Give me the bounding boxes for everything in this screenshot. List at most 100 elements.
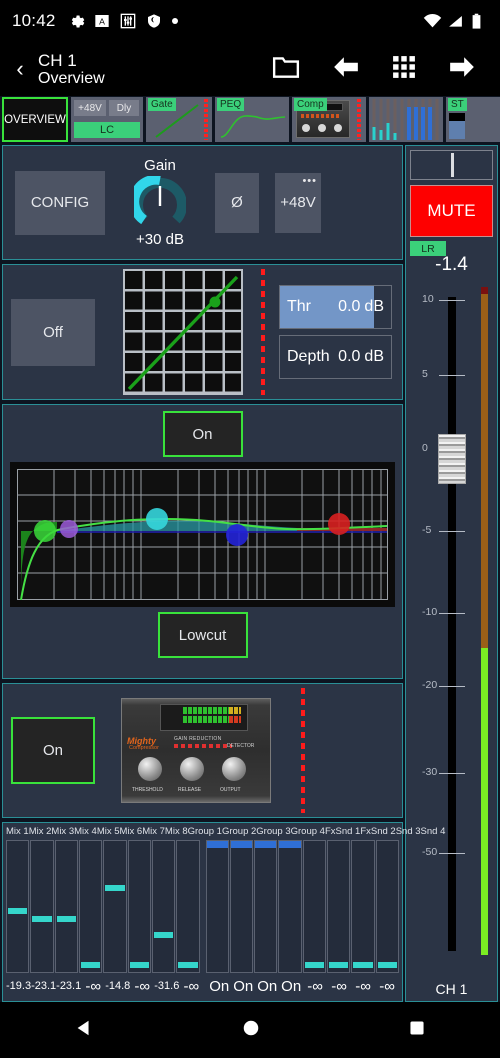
- gate-toggle-button[interactable]: Off: [11, 299, 95, 366]
- fader-zone[interactable]: 10 5 0 -5 -10 -20 -30 -50: [410, 279, 493, 979]
- comp-meter-bay: [160, 704, 248, 731]
- mix-send-label: Mix 3: [51, 826, 74, 840]
- mix-sends-values: -19.3-23.1-23.1-∞-14.8-∞-31.6-∞OnOnOnOn-…: [6, 973, 399, 999]
- compressor-reduction-meter: [301, 688, 305, 813]
- tab-preamp-48v-button[interactable]: +48V: [74, 100, 106, 116]
- comp-threshold-knob[interactable]: [138, 757, 162, 781]
- mix-send-slider[interactable]: [152, 840, 175, 973]
- tab-preamp-dly-button[interactable]: Dly: [109, 100, 139, 116]
- back-triangle-icon[interactable]: [74, 1018, 94, 1043]
- fader-tick-m30: -30: [422, 766, 437, 778]
- mix-send-slider[interactable]: [128, 840, 151, 973]
- mix-send-slider[interactable]: [79, 840, 102, 973]
- gate-threshold-row[interactable]: Thr 0.0 dB: [279, 285, 392, 329]
- gate-depth-row[interactable]: Depth 0.0 dB: [279, 335, 392, 379]
- toolbar-titles: CH 1 Overview: [38, 51, 105, 88]
- compressor-on-button[interactable]: On: [11, 717, 95, 784]
- pan-slider[interactable]: [410, 150, 493, 180]
- peq-panel: On: [2, 404, 403, 679]
- svg-text:A: A: [99, 16, 105, 26]
- mix-send-level: [57, 916, 76, 922]
- mute-button[interactable]: MUTE: [410, 185, 493, 237]
- phantom-power-button[interactable]: ••• +48V: [275, 173, 321, 233]
- comp-release-knob[interactable]: [180, 757, 204, 781]
- mix-send-label: Mix 8: [165, 826, 188, 840]
- peq-on-button[interactable]: On: [163, 411, 243, 457]
- peq-band-handle: [226, 524, 248, 546]
- mix-send-slider[interactable]: [206, 840, 229, 973]
- mix-send-value: -∞: [81, 978, 105, 995]
- gate-threshold-label: Thr: [280, 298, 311, 316]
- mix-send-slider[interactable]: [351, 840, 374, 973]
- tab-stereo-fader: [449, 121, 465, 139]
- peq-band-handle: [34, 520, 56, 542]
- mix-send-slider[interactable]: [254, 840, 277, 973]
- phantom-overflow-icon[interactable]: •••: [302, 175, 317, 187]
- mix-send-value: On: [207, 978, 231, 995]
- recents-square-icon[interactable]: [408, 1019, 426, 1042]
- mix-send-level: [32, 916, 51, 922]
- tab-overview-label: OVERVIEW: [4, 114, 66, 126]
- grid-icon[interactable]: [392, 55, 416, 84]
- page-title: CH 1: [38, 51, 105, 70]
- dot-icon: [172, 18, 178, 24]
- mix-send-slider[interactable]: [30, 840, 53, 973]
- mix-send-slider[interactable]: [6, 840, 29, 973]
- back-chevron-icon[interactable]: ‹: [10, 58, 30, 80]
- tab-preamp[interactable]: +48V Dly LC: [71, 97, 143, 142]
- gate-parameter-rows: Thr 0.0 dB Depth 0.0 dB: [279, 285, 394, 379]
- fader-tick-m20: -20: [422, 679, 437, 691]
- app-toolbar: ‹ CH 1 Overview: [0, 42, 500, 96]
- mix-send-level: [305, 962, 324, 968]
- mix-send-label: Mix 5: [97, 826, 120, 840]
- compressor-device-graphic[interactable]: Mighty Compressor GAIN REDUCTION DETECTO…: [121, 698, 271, 803]
- mix-send-label: Group 1: [188, 826, 222, 840]
- mix-send-level: [154, 932, 173, 938]
- tab-sends[interactable]: [369, 97, 443, 142]
- mix-send-value: -∞: [130, 978, 154, 995]
- peq-lowcut-button[interactable]: Lowcut: [158, 612, 248, 658]
- channel-level-meter: [481, 287, 488, 955]
- tab-stereo-pan: [449, 113, 465, 121]
- tab-comp-meter: [357, 99, 361, 140]
- mix-send-slider[interactable]: [176, 840, 199, 973]
- mix-send-slider[interactable]: [327, 840, 350, 973]
- mix-send-on-bar: [231, 841, 252, 848]
- mix-send-label: Mix 6: [120, 826, 143, 840]
- arrow-left-icon[interactable]: [332, 56, 360, 83]
- config-button[interactable]: CONFIG: [15, 171, 105, 235]
- fader-tick-m50: -50: [422, 846, 437, 858]
- mix-send-slider[interactable]: [230, 840, 253, 973]
- mix-send-slider[interactable]: [103, 840, 126, 973]
- gate-threshold-unit: dB: [364, 298, 391, 316]
- fader-tick-m10: -10: [422, 606, 437, 618]
- channel-editor-main: CONFIG Gain +30 dB Ø ••• +48V Off: [0, 143, 500, 1002]
- gate-curve-graph[interactable]: [123, 269, 243, 395]
- comp-brand-sub: Compressor: [129, 745, 159, 751]
- tab-preamp-lc-badge[interactable]: LC: [74, 122, 140, 138]
- mix-send-value: -∞: [375, 978, 399, 995]
- shield-icon: [146, 13, 163, 30]
- fader-handle[interactable]: [438, 434, 466, 484]
- fader-tick-5: 5: [422, 368, 428, 380]
- fader-tick-m5: -5: [422, 524, 431, 536]
- mix-send-slider[interactable]: [303, 840, 326, 973]
- mix-send-slider[interactable]: [55, 840, 78, 973]
- tab-peq[interactable]: PEQ: [215, 97, 289, 142]
- folder-icon[interactable]: [272, 55, 300, 84]
- gain-knob[interactable]: [134, 176, 186, 228]
- arrow-right-icon[interactable]: [448, 56, 476, 83]
- comp-output-knob[interactable]: [222, 757, 246, 781]
- mix-send-slider[interactable]: [278, 840, 301, 973]
- mix-send-slider[interactable]: [376, 840, 399, 973]
- tab-gate[interactable]: Gate: [146, 97, 212, 142]
- home-circle-icon[interactable]: [241, 1018, 261, 1043]
- compressor-panel: On Mighty Compressor GAIN REDUCTION DETE…: [2, 683, 403, 818]
- comp-release-label: RELEASE: [178, 787, 201, 793]
- tab-stereo[interactable]: ST: [446, 97, 500, 142]
- tab-overview[interactable]: OVERVIEW: [2, 97, 68, 142]
- peq-graph[interactable]: [10, 462, 395, 607]
- phase-invert-button[interactable]: Ø: [215, 173, 259, 233]
- tab-comp[interactable]: Comp: [292, 97, 366, 142]
- pan-needle: [451, 153, 454, 177]
